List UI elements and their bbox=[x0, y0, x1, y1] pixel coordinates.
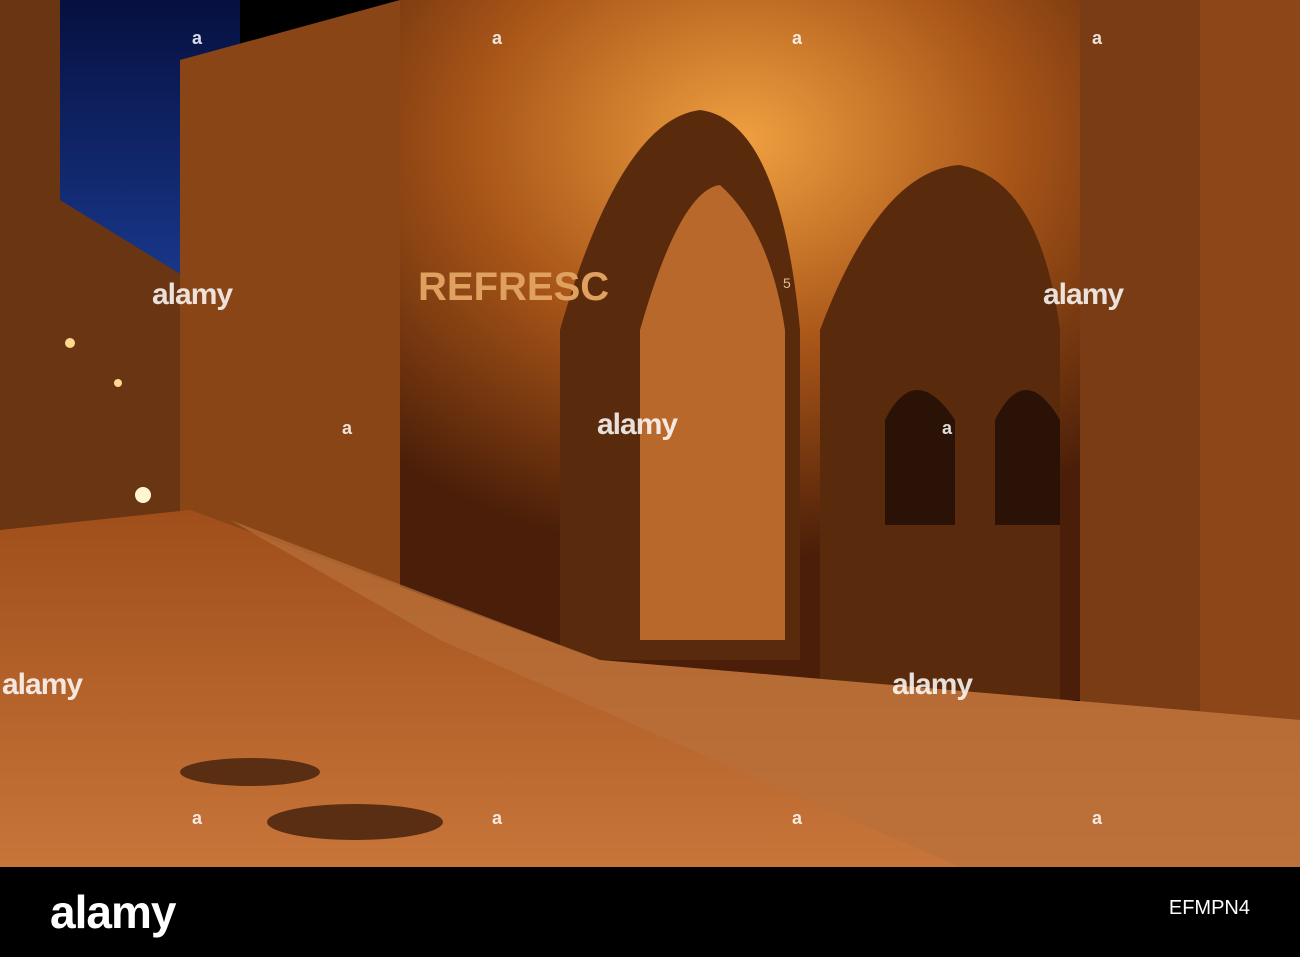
refresc-sign: REFRESC bbox=[418, 265, 609, 309]
watermark-mark: a bbox=[1092, 808, 1103, 828]
street-lamp bbox=[65, 338, 75, 348]
watermark-mark: a bbox=[492, 808, 503, 828]
alamy-logo: alamy bbox=[50, 886, 176, 938]
watermark-mark: a bbox=[492, 28, 503, 48]
watermark: alamy bbox=[1043, 278, 1124, 311]
watermark: alamy bbox=[597, 408, 678, 441]
column-right bbox=[1200, 0, 1300, 810]
car-headlight bbox=[135, 487, 151, 503]
watermark-mark: a bbox=[342, 418, 353, 438]
watermark: alamy bbox=[2, 668, 83, 701]
watermark-mark: a bbox=[792, 808, 803, 828]
watermark: alamy bbox=[892, 668, 973, 701]
watermark-mark: a bbox=[942, 418, 953, 438]
manhole-cover bbox=[180, 758, 320, 786]
watermark-mark: a bbox=[192, 28, 203, 48]
watermark-mark: a bbox=[192, 808, 203, 828]
street-lamp bbox=[114, 379, 122, 387]
lattice-window-right bbox=[995, 390, 1060, 525]
watermark-mark: a bbox=[792, 28, 803, 48]
watermark-mark: a bbox=[1092, 28, 1103, 48]
column bbox=[1080, 0, 1200, 810]
door-number: 5 bbox=[783, 275, 791, 291]
footer-bar: alamy EFMPN4 bbox=[0, 867, 1300, 957]
manhole-cover bbox=[267, 804, 443, 840]
lattice-window-left bbox=[885, 390, 955, 525]
watermark: alamy bbox=[152, 278, 233, 311]
image-id: EFMPN4 bbox=[1168, 897, 1250, 919]
